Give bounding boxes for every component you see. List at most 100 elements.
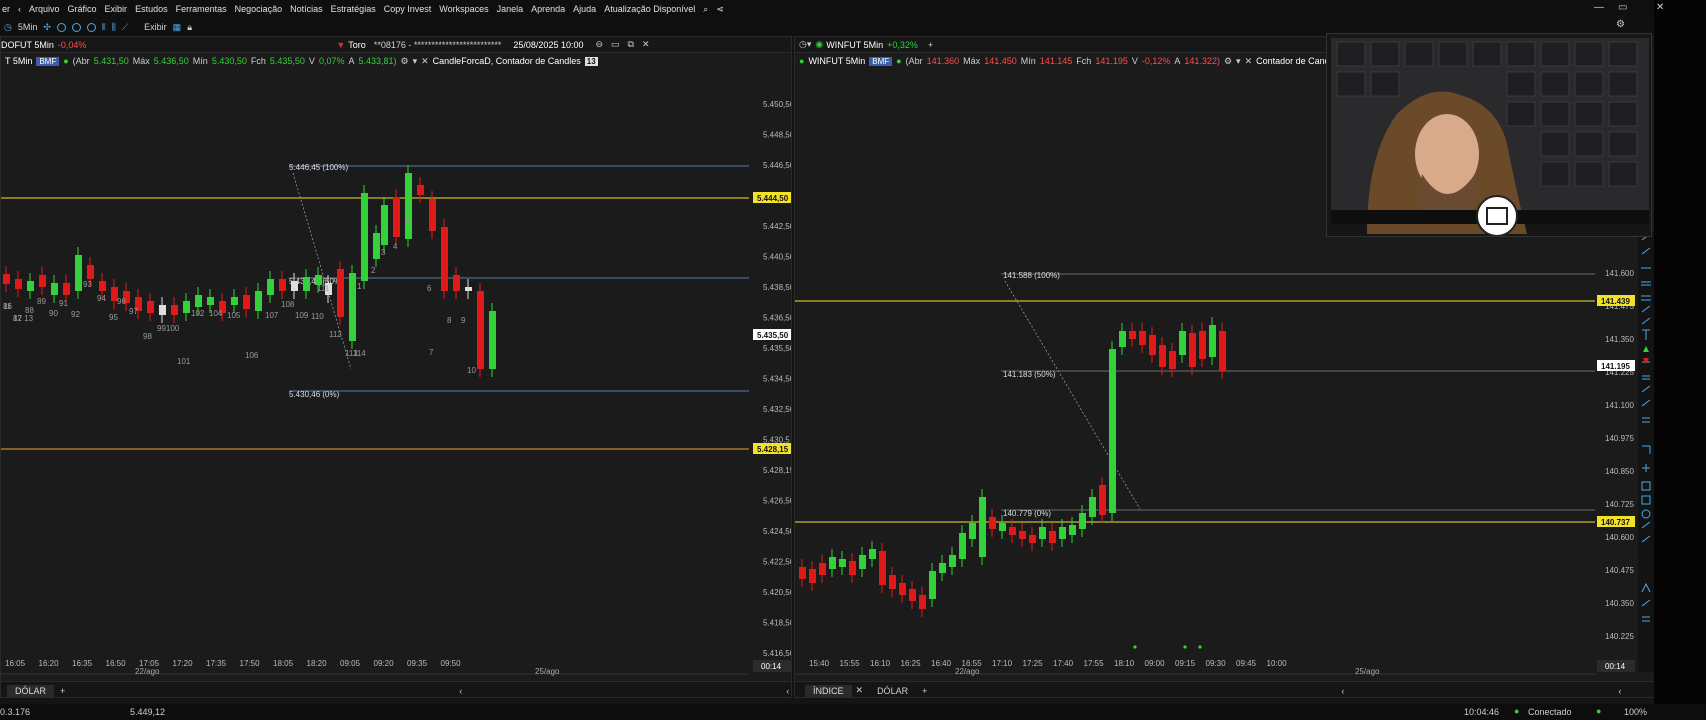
price-axis-label: 5.436,50 <box>763 314 791 323</box>
left-chart-canvas[interactable]: 5.450,50 5.448,50 5.446,50 5.444,50 5.442,50… <box>1 69 791 679</box>
popout-icon[interactable]: ⧉ <box>628 39 634 50</box>
candle-body <box>63 283 70 295</box>
back-icon[interactable]: ‹ <box>18 4 21 14</box>
app-window: er ‹ Arquivo Gráfico Exibir Estudos Ferr… <box>0 0 1706 720</box>
scroll-left-icon[interactable]: ‹ <box>459 686 462 696</box>
time-icon[interactable]: ◷▾ <box>799 39 811 50</box>
time-axis-label: 16:20 <box>39 659 60 668</box>
dropdown-icon[interactable]: ▾ <box>1236 56 1241 67</box>
minimize-window-icon[interactable]: — <box>1594 2 1604 13</box>
indice-tab[interactable]: ÍNDICE <box>805 684 852 697</box>
ohlc-max-label: Máx <box>963 56 981 66</box>
candle-count-label: 2 <box>371 266 376 275</box>
time-icon[interactable]: ◷ <box>4 22 12 33</box>
price-axis-label: 5.418,50 <box>763 619 791 628</box>
zoom-level[interactable]: 100% <box>1624 707 1647 717</box>
menu-noticias[interactable]: Notícias <box>290 4 323 14</box>
maximize-window-icon[interactable]: ▭ <box>1618 2 1627 13</box>
menu-estudos[interactable]: Estudos <box>135 4 168 14</box>
menu-atualizacao[interactable]: Atualização Disponível <box>604 4 695 14</box>
left-chart-pane: DOFUT 5Min -0,04% ▼ Toro **08176 - *****… <box>0 36 792 698</box>
menu-arquivo[interactable]: Arquivo <box>29 4 60 14</box>
bars-icon[interactable]: ⫴ <box>102 22 106 33</box>
left-chart-tab[interactable]: DÓLAR <box>7 684 55 697</box>
exibir-button[interactable]: Exibir <box>144 22 167 32</box>
menu-negociacao[interactable]: Negociação <box>235 4 283 14</box>
candles-icon[interactable]: ⫼ <box>112 22 116 33</box>
settings-icon[interactable]: ⚙ <box>401 56 409 67</box>
time-axis-label: 16:10 <box>870 659 891 668</box>
zoom-out-icon[interactable] <box>71 22 81 32</box>
lock-icon[interactable]: 🔒︎ <box>187 22 192 33</box>
candle-body <box>829 557 836 569</box>
minimize-icon[interactable]: ⊖ <box>595 39 603 50</box>
time-axis-label: 09:05 <box>340 659 361 668</box>
candle-body <box>869 549 876 559</box>
candle-count-label: 12 13 <box>13 314 34 323</box>
time-axis-label: 17:25 <box>1023 659 1044 668</box>
candle-count-label: 92 <box>71 310 80 319</box>
time-axis-label: 09:45 <box>1236 659 1257 668</box>
menu-grafico[interactable]: Gráfico <box>68 4 97 14</box>
menu-workspaces[interactable]: Workspaces <box>439 4 488 14</box>
ohlc-fch-label: Fch <box>250 56 266 66</box>
timeframe-select[interactable]: 5Min <box>18 22 38 32</box>
dropdown-icon[interactable]: ▾ <box>413 56 418 67</box>
dolar-tab[interactable]: DÓLAR <box>877 686 908 696</box>
right-tab-symbol[interactable]: WINFUT 5Min <box>826 40 883 50</box>
add-tab-icon[interactable]: + <box>922 686 927 696</box>
menu-copy-invest[interactable]: Copy Invest <box>384 4 432 14</box>
menu-ajuda[interactable]: Ajuda <box>573 4 596 14</box>
price-axis-label: 141.600 <box>1605 269 1634 278</box>
candle-body <box>441 227 448 291</box>
restore-icon[interactable]: ▭ <box>611 39 620 50</box>
drawing-tools-icons[interactable] <box>1638 232 1654 672</box>
candle-body <box>1149 335 1156 355</box>
menu-estrategias[interactable]: Estratégias <box>331 4 376 14</box>
close-study-icon[interactable]: ✕ <box>421 56 429 67</box>
settings-window-icon[interactable]: ⚙ <box>1616 19 1625 30</box>
ohlc-fch-value: 141.195 <box>1095 56 1128 66</box>
study-list[interactable]: CandleForcaD, Contador de Candles <box>433 56 581 66</box>
left-tab-symbol[interactable]: DOFUT 5Min <box>1 40 54 50</box>
candle-body <box>381 205 388 245</box>
time-axis-label: 16:40 <box>931 659 952 668</box>
candle-count-label: 3 <box>381 248 386 257</box>
menu-item[interactable]: er <box>2 4 10 14</box>
zoom-in-icon[interactable] <box>56 22 66 32</box>
menu-ferramentas[interactable]: Ferramentas <box>176 4 227 14</box>
close-tab-icon[interactable]: ✕ <box>856 685 864 696</box>
price-tag-yellow-text: 5.444,50 <box>757 194 789 203</box>
zoom-reset-icon[interactable] <box>86 22 96 32</box>
search-icon[interactable]: ⌕ <box>703 4 708 15</box>
candle-body <box>969 523 976 539</box>
candle-body <box>1089 497 1096 517</box>
share-icon[interactable]: ⋖ <box>716 4 724 15</box>
close-window-icon[interactable]: ✕ <box>1656 2 1664 13</box>
candle-count-label: 10 <box>467 366 476 375</box>
menu-janela[interactable]: Janela <box>497 4 524 14</box>
menu-exibir[interactable]: Exibir <box>105 4 128 14</box>
close-icon[interactable]: ✕ <box>642 39 650 50</box>
crosshair-icon[interactable]: ✣ <box>43 22 51 33</box>
close-study-icon[interactable]: ✕ <box>1245 56 1253 67</box>
scroll-right-icon[interactable]: ‹ <box>1618 686 1621 696</box>
candle-count-label: 108 <box>281 300 295 309</box>
fib-label-50: 141.183 (50%) <box>1003 370 1056 379</box>
candle-body <box>465 287 472 291</box>
candle-count-label: 106 <box>245 351 259 360</box>
time-axis-label: 16:05 <box>5 659 26 668</box>
add-chart-icon[interactable]: + <box>928 40 933 50</box>
time-axis-label: 10:00 <box>1267 659 1288 668</box>
scroll-right-icon[interactable]: ‹ <box>786 686 789 696</box>
candle-count-label: 110 <box>311 312 324 321</box>
grid-icon[interactable]: ▦ <box>173 22 182 33</box>
ohlc-a-label: A <box>1174 56 1181 66</box>
candle-count-label: 99100 <box>157 324 180 333</box>
scroll-left-icon[interactable]: ‹ <box>1341 686 1344 696</box>
add-tab-icon[interactable]: + <box>60 686 65 696</box>
time-axis-label: 09:35 <box>407 659 428 668</box>
line-icon[interactable]: ⟋ <box>122 22 128 33</box>
menu-aprenda[interactable]: Aprenda <box>531 4 565 14</box>
settings-icon[interactable]: ⚙ <box>1224 56 1232 67</box>
